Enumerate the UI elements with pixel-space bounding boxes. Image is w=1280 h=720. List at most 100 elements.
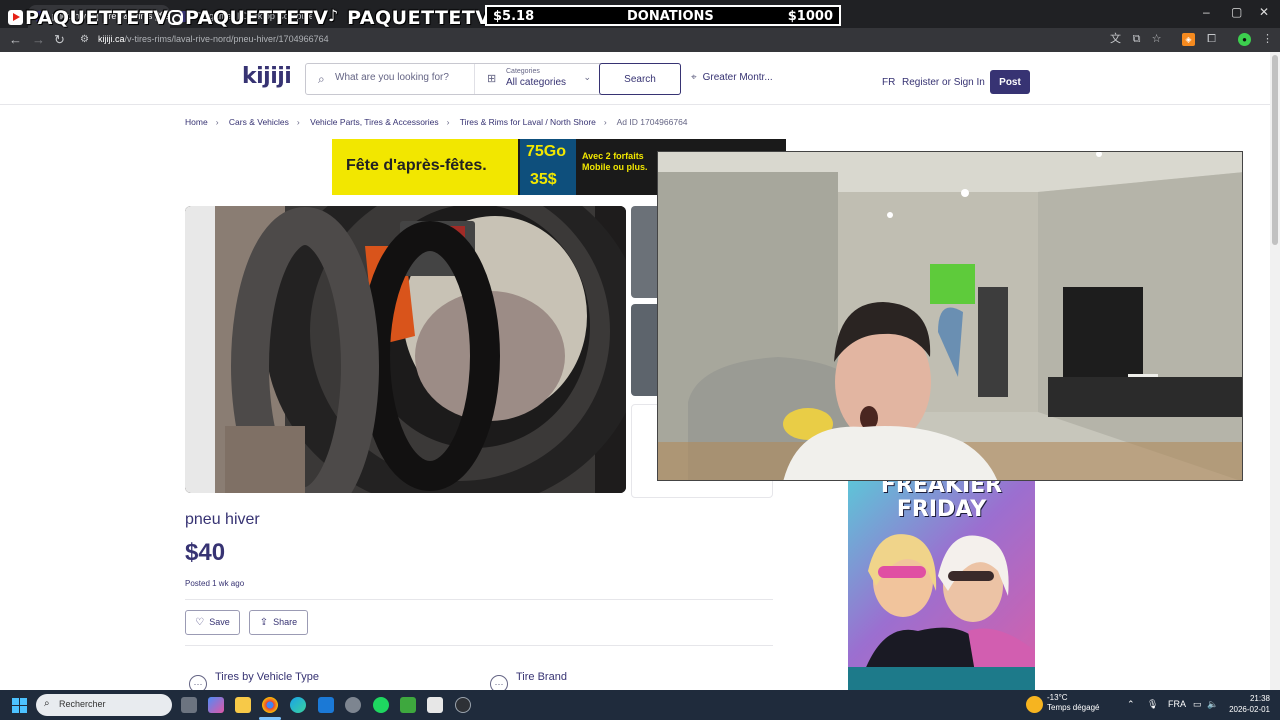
breadcrumb-tires-rims[interactable]: Tires & Rims for Laval / North Shore xyxy=(460,117,596,127)
ad-id: Ad ID 1704966764 xyxy=(616,117,688,127)
url-domain: kijiji.ca xyxy=(98,34,125,44)
categories-value: All categories xyxy=(506,77,567,88)
auth-links: Register or Sign In xyxy=(902,77,985,88)
menu-kebab-icon[interactable]: ⋮ xyxy=(1261,33,1274,46)
weather-temp: -13°C xyxy=(1047,693,1068,702)
file-explorer-icon[interactable] xyxy=(235,697,251,713)
instagram-icon xyxy=(168,10,183,25)
translate-icon[interactable]: 文 xyxy=(1109,33,1122,46)
share-button[interactable]: ⇪ Share xyxy=(249,610,308,635)
overlay-youtube: PAQUETTETV xyxy=(8,7,168,29)
location-value: Greater Montr... xyxy=(702,72,773,83)
scrollbar-thumb[interactable] xyxy=(1272,55,1278,245)
banner-ad-offer: Avec 2 forfaits Mobile ou plus. xyxy=(582,151,648,172)
chrome-icon[interactable] xyxy=(262,697,278,713)
search-icon: ⌕ xyxy=(44,698,50,709)
search-input[interactable] xyxy=(335,72,473,83)
sign-in-link[interactable]: Sign In xyxy=(954,77,985,88)
search-button[interactable]: Search xyxy=(599,63,681,95)
input-language[interactable]: FRA xyxy=(1168,699,1186,709)
site-info-icon[interactable]: ⚙ xyxy=(80,34,89,45)
banner-ad-headline: Fête d'après-fêtes. xyxy=(346,157,487,174)
side-ad-footer xyxy=(848,667,1035,690)
post-ad-button[interactable]: Post xyxy=(990,70,1030,94)
webcam-feed-image xyxy=(658,152,1242,480)
tire-photo-image xyxy=(185,206,626,493)
banner-ad-price: 35$ xyxy=(530,171,557,188)
copilot-icon[interactable] xyxy=(208,697,224,713)
side-ad-title-line1: FREAKIER xyxy=(880,481,1003,498)
close-window-icon[interactable]: ✕ xyxy=(1259,5,1269,19)
page-scrollbar[interactable] xyxy=(1270,52,1280,690)
address-bar[interactable]: kijiji.ca/v-tires-rims/laval-rive-nord/p… xyxy=(98,34,329,44)
banner-ad-offer-panel: 75Go 35$ xyxy=(520,139,576,195)
edge-icon[interactable] xyxy=(290,697,306,713)
heart-icon: ♡ xyxy=(195,617,205,628)
site-header: kijiji ⌕ ⊞ Categories All categories ⌄ S… xyxy=(0,52,1270,105)
banner-ad-data: 75Go xyxy=(526,143,567,160)
overlay-instagram: PAQUETTETV xyxy=(168,7,328,29)
save-button[interactable]: ♡ Save xyxy=(185,610,240,635)
category-select[interactable]: ⊞ Categories All categories ⌄ xyxy=(474,64,599,94)
bookmark-star-icon[interactable]: ☆ xyxy=(1150,33,1163,46)
posted-date: Posted 1 wk ago xyxy=(185,579,245,588)
maximize-icon[interactable]: ▢ xyxy=(1231,5,1242,19)
kijiji-logo[interactable]: kijiji xyxy=(242,64,292,89)
breadcrumb-separator-icon: › xyxy=(296,117,300,127)
breadcrumb-cars-vehicles[interactable]: Cars & Vehicles xyxy=(229,117,289,127)
forward-icon[interactable]: → xyxy=(32,32,45,47)
listing-price: $40 xyxy=(185,539,226,566)
extension-icon[interactable]: ◈ xyxy=(1182,33,1195,46)
taskbar-search-label: Rechercher xyxy=(59,699,106,709)
side-ad[interactable]: FREAKIER FRIDAY xyxy=(848,481,1035,690)
tiktok-icon xyxy=(328,6,339,25)
tray-chevron-up-icon[interactable]: ⌃ xyxy=(1127,699,1135,710)
clock-date: 2026-02-01 xyxy=(1229,705,1270,714)
breadcrumb-home[interactable]: Home xyxy=(185,117,208,127)
breadcrumb-separator-icon: › xyxy=(446,117,450,127)
obs-icon[interactable] xyxy=(455,697,471,713)
system-clock[interactable]: 21:38 2026-02-01 xyxy=(1222,693,1270,715)
instagram-handle: PAQUETTETV xyxy=(185,7,329,29)
attribute-vehicle-type: Tires by Vehicle Type xyxy=(215,671,319,683)
minimize-icon[interactable]: – xyxy=(1203,5,1210,19)
clock-time: 21:38 xyxy=(1249,694,1270,703)
mail-icon[interactable] xyxy=(318,697,334,713)
install-app-icon[interactable]: ⧉ xyxy=(1130,33,1143,46)
side-ad-title-line2: FRIDAY xyxy=(896,497,987,522)
weather-widget[interactable]: -13°C Temps dégagé xyxy=(1047,693,1099,713)
reload-icon[interactable]: ↻ xyxy=(54,32,65,48)
tiktok-handle: PAQUETTETV xyxy=(347,7,491,29)
task-view-icon[interactable] xyxy=(181,697,197,713)
breadcrumb-vehicle-parts[interactable]: Vehicle Parts, Tires & Accessories xyxy=(310,117,439,127)
network-icon[interactable]: ▭ xyxy=(1193,699,1202,710)
listing-main-photo[interactable] xyxy=(185,206,626,493)
share-label: Share xyxy=(273,617,298,627)
logo-text: kijiji xyxy=(242,64,292,89)
donation-current: $5.18 xyxy=(493,9,535,24)
spotify-icon[interactable] xyxy=(373,697,389,713)
attribute-tire-brand: Tire Brand xyxy=(516,671,567,683)
os-taskbar: ⌕ Rechercher -13°C Temps dégagé ⌃ 🎙 FRA … xyxy=(0,690,1280,720)
webcam-overlay xyxy=(657,151,1243,481)
microphone-icon[interactable]: 🎙 xyxy=(1147,699,1158,710)
windows-start-icon[interactable] xyxy=(12,698,27,713)
share-icon: ⇪ xyxy=(259,617,269,628)
language-toggle[interactable]: FR xyxy=(882,77,895,88)
profile-avatar-icon[interactable]: ● xyxy=(1238,33,1251,46)
settings-gear-icon[interactable] xyxy=(345,697,361,713)
weather-desc: Temps dégagé xyxy=(1047,703,1100,712)
breadcrumb-separator-icon: › xyxy=(603,117,607,127)
location-selector[interactable]: ⌖ Greater Montr... xyxy=(691,72,773,83)
xbox-icon[interactable] xyxy=(400,697,416,713)
volume-icon[interactable]: 🔈 xyxy=(1207,699,1218,710)
store-icon[interactable] xyxy=(427,697,443,713)
back-icon[interactable]: ← xyxy=(9,32,22,47)
donation-goal-bar: $5.18 DONATIONS $1000 xyxy=(485,5,841,26)
extensions-puzzle-icon[interactable]: ⧠ xyxy=(1205,33,1218,46)
banner-ad-headline-panel: Fête d'après-fêtes. xyxy=(332,139,518,195)
weather-sun-icon[interactable] xyxy=(1026,696,1043,713)
register-link[interactable]: Register xyxy=(902,77,939,88)
youtube-handle: PAQUETTETV xyxy=(25,7,169,29)
taskbar-search[interactable]: ⌕ Rechercher xyxy=(36,694,172,716)
